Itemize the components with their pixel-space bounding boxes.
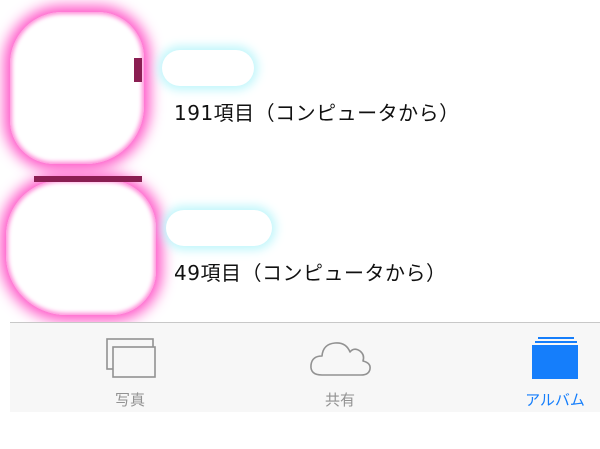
photos-icon bbox=[101, 335, 159, 385]
tab-albums[interactable]: アルバム bbox=[510, 323, 600, 412]
album-item-count: 49項目（コンピュータから） bbox=[174, 261, 447, 285]
cloud-icon bbox=[308, 335, 372, 385]
screen: 191項目（コンピュータから） 49項目（コンピュータから） 写真 共有 アルバ… bbox=[0, 0, 600, 449]
album-list: 191項目（コンピュータから） 49項目（コンピュータから） bbox=[0, 0, 600, 322]
album-thumbnail-redacted[interactable] bbox=[6, 180, 156, 315]
tab-shared[interactable]: 共有 bbox=[280, 323, 400, 412]
albums-icon bbox=[530, 335, 580, 385]
tab-label: アルバム bbox=[525, 391, 585, 409]
tab-photos[interactable]: 写真 bbox=[70, 323, 190, 412]
thumbnail-edge bbox=[34, 176, 142, 182]
tab-bar: 写真 共有 アルバム bbox=[10, 322, 600, 412]
album-item-count: 191項目（コンピュータから） bbox=[174, 101, 460, 125]
album-row[interactable]: 49項目（コンピュータから） bbox=[0, 160, 600, 320]
album-name-redacted bbox=[166, 210, 272, 246]
album-name-redacted bbox=[162, 50, 254, 86]
album-thumbnail-redacted[interactable] bbox=[10, 12, 144, 164]
thumbnail-edge bbox=[134, 58, 142, 82]
album-row[interactable]: 191項目（コンピュータから） bbox=[0, 0, 600, 164]
tab-label: 共有 bbox=[324, 391, 355, 409]
tab-label: 写真 bbox=[114, 391, 145, 409]
